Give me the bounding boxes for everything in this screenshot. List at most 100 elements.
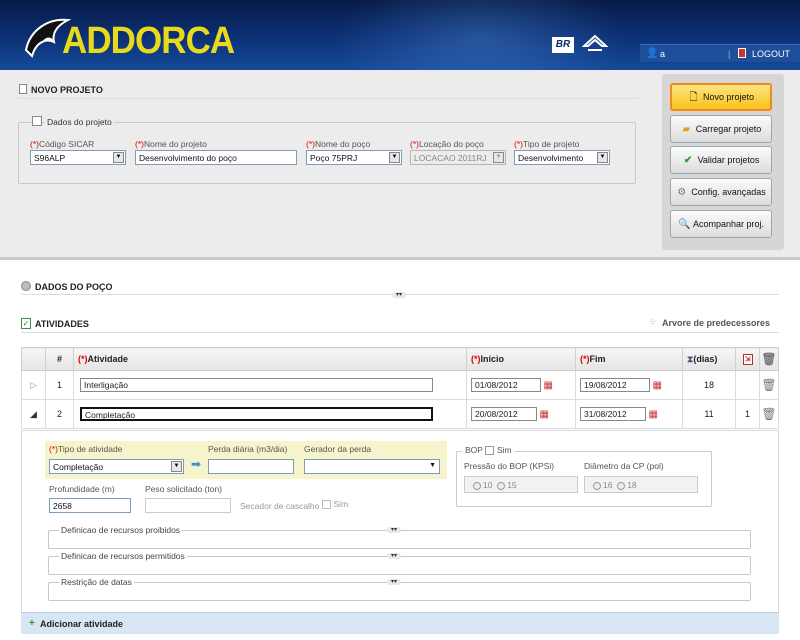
tipo-projeto-select[interactable]: Desenvolvimento ▼ <box>514 150 610 165</box>
atividade-input[interactable]: Interligação <box>80 378 433 392</box>
fim-cell: 31/08/2012 ▦ <box>575 399 683 429</box>
recursos-permitidos-section[interactable]: Definicao de recursos permitidos ▾▾ <box>48 551 751 575</box>
br-badge: BR <box>552 37 574 53</box>
dias-cell: 18 <box>682 370 736 400</box>
nome-poco-select[interactable]: Poço 75PRJ ▼ <box>306 150 402 165</box>
chevron-down-icon[interactable]: ▼ <box>429 462 436 469</box>
diametro-radio-group[interactable]: 16 18 <box>584 476 698 493</box>
novo-projeto-title: NOVO PROJETO <box>31 85 103 95</box>
chevron-down-icon[interactable]: ▼ <box>389 152 400 163</box>
delete-row-button[interactable]: 🗑 <box>759 370 779 400</box>
logout-link[interactable]: LOGOUT <box>752 49 790 59</box>
fim-date-input[interactable]: 19/08/2012 <box>580 378 650 392</box>
pressao-radio-group[interactable]: 10 15 <box>464 476 578 493</box>
username: a <box>660 49 666 59</box>
app-logo-text: ADDORCA <box>62 20 235 62</box>
tipo-atividade-select[interactable]: Completação ▼ <box>49 459 184 474</box>
fim-date-input[interactable]: 31/08/2012 <box>580 407 646 421</box>
calendar-icon[interactable]: ▦ <box>540 409 549 420</box>
fim-cell: 19/08/2012 ▦ <box>575 370 683 400</box>
bop-checkbox[interactable] <box>485 446 495 456</box>
adicionar-atividade-bar[interactable]: + Adicionar atividade <box>21 612 779 634</box>
sicar-select[interactable]: S96ALP ▼ <box>30 150 126 165</box>
magnifier-icon: 🔍 <box>677 218 691 230</box>
gerador-perda-select[interactable]: ▼ <box>304 459 440 474</box>
config-avancadas-button[interactable]: ⚙ Config. avançadas <box>670 178 772 206</box>
user-icon: 👤 <box>646 48 659 59</box>
perda-diaria-input[interactable] <box>208 459 294 474</box>
inicio-header: (*)Início <box>466 347 576 371</box>
carregar-projeto-button[interactable]: ▰ Carregar projeto <box>670 115 772 143</box>
arvore-predecessores-link[interactable]: Arvore de predecessores <box>662 318 770 328</box>
recursos-proibidos-section[interactable]: Definicao de recursos proibidos ▾▾ <box>48 525 751 549</box>
radio-10[interactable] <box>473 481 481 490</box>
secador-checkbox: Sim <box>322 499 348 510</box>
disc-icon <box>21 281 31 291</box>
calendar-icon[interactable]: ▦ <box>544 380 553 391</box>
perda-diaria-label: Perda diária (m3/dia) <box>208 444 288 454</box>
row-num: 1 <box>45 370 74 400</box>
inicio-date-input[interactable]: 01/08/2012 <box>471 378 541 392</box>
radio-16[interactable] <box>593 481 601 490</box>
fim-header: (*)Fim <box>575 347 683 371</box>
chevron-down-icon[interactable]: ▼ <box>113 152 124 163</box>
separator: | <box>728 49 731 59</box>
link-document-icon: ⇲ <box>742 354 753 365</box>
divider <box>21 332 779 333</box>
inicio-date-input[interactable]: 20/08/2012 <box>471 407 537 421</box>
locacao-label: (*)Locação do poço <box>410 139 484 149</box>
dias-header: ⧗(dias) <box>682 347 736 371</box>
diametro-cp-label: Diâmetro da CP (pol) <box>584 461 664 471</box>
pressao-bop-label: Pressão do BOP (KPSi) <box>464 461 555 471</box>
chevron-down-icon[interactable]: ▼ <box>597 152 608 163</box>
tree-icon: ⁘ <box>649 317 657 327</box>
tipo-projeto-label: (*)Tipo de projeto <box>514 139 580 149</box>
nome-projeto-input[interactable]: Desenvolvimento do poço <box>135 150 297 165</box>
radio-18[interactable] <box>617 481 626 490</box>
activities-table: # (*)Atividade (*)Início (*)Fim ⧗(dias) … <box>21 347 779 429</box>
page-icon <box>19 84 27 94</box>
row-num: 2 <box>45 399 74 429</box>
sicar-label: (*)Código SICAR <box>30 139 95 149</box>
adicionar-atividade-button[interactable]: Adicionar atividade <box>40 619 123 629</box>
acompanhar-proj-button[interactable]: 🔍 Acompanhar proj. <box>670 210 772 238</box>
profundidade-label: Profundidade (m) <box>49 484 115 494</box>
radio-15[interactable] <box>497 481 506 490</box>
trash-icon[interactable]: 🗑 <box>761 378 776 392</box>
atividade-input[interactable]: Completação <box>80 407 433 421</box>
checklist-icon: ✓ <box>21 318 31 329</box>
profundidade-input[interactable]: 2658 <box>49 498 131 513</box>
expand-chevron-icon[interactable]: ▾▾ <box>392 292 406 298</box>
dias-cell: 11 <box>682 399 736 429</box>
validar-projetos-button[interactable]: ✔ Validar projetos <box>670 146 772 174</box>
expand-chevron-icon[interactable]: ▾▾ <box>387 553 401 559</box>
expand-chevron-icon[interactable]: ▾▾ <box>387 579 401 585</box>
chevron-down-icon: ▼ <box>493 152 504 163</box>
bop-legend: BOP Sim <box>462 445 515 456</box>
calendar-icon[interactable]: ▦ <box>653 380 662 391</box>
trash-icon[interactable]: 🗑 <box>761 407 776 421</box>
trash-icon: 🗑 <box>761 352 777 366</box>
novo-projeto-button[interactable]: 🗋 Novo projeto <box>670 83 772 111</box>
collapse-arrow-icon[interactable]: ◢ <box>21 399 46 429</box>
predecessor-cell <box>735 370 760 400</box>
chevron-down-icon[interactable]: ▼ <box>171 461 182 472</box>
expand-arrow-icon[interactable]: ▷ <box>21 370 46 400</box>
plus-icon[interactable]: + <box>29 618 35 629</box>
table-header-row: # (*)Atividade (*)Início (*)Fim ⧗(dias) … <box>21 347 779 371</box>
calendar-icon[interactable]: ▦ <box>649 409 658 420</box>
tipo-atividade-label: (*)Tipo de atividade <box>49 444 123 454</box>
predecessor-header: ⇲ <box>735 347 760 371</box>
dados-poco-title[interactable]: DADOS DO POÇO <box>35 282 113 292</box>
folder-icon: ▰ <box>682 123 691 135</box>
petrobras-logo-icon <box>582 34 608 51</box>
logout-icon[interactable] <box>738 48 746 58</box>
delete-row-button[interactable]: 🗑 <box>759 399 779 429</box>
divider <box>18 98 638 99</box>
user-bar: 👤 a | LOGOUT <box>640 44 800 62</box>
expand-chevron-icon[interactable]: ▾▾ <box>387 527 401 533</box>
checkbox-icon <box>322 500 331 510</box>
atividade-cell: Completação <box>73 399 467 429</box>
restricao-datas-section[interactable]: Restrição de datas ▾▾ <box>48 577 751 601</box>
trash-header: 🗑 <box>759 347 779 371</box>
